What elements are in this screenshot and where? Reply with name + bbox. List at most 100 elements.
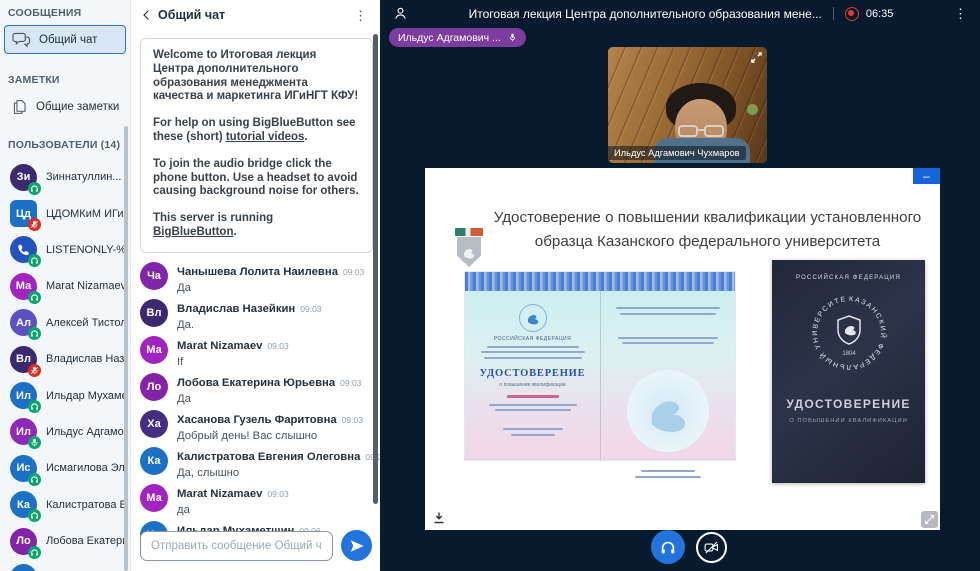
- messages-section-header: СООБЩЕНИЯ: [0, 0, 130, 25]
- user-initials: Ил: [16, 390, 31, 402]
- send-plane-icon: [349, 538, 365, 554]
- welcome-intro: Welcome to: [153, 49, 221, 61]
- user-avatar: Цд: [10, 200, 37, 227]
- message-author: Чанышева Лолита Наилевна: [177, 266, 338, 278]
- download-presentation-icon[interactable]: [432, 511, 446, 525]
- cert-subheading: о повышении квалификации: [465, 382, 600, 388]
- message-initials: Вл: [147, 307, 162, 319]
- resize-presentation-handle[interactable]: [921, 511, 938, 528]
- mic-muted-status-icon: [30, 366, 39, 375]
- send-message-button[interactable]: [341, 530, 372, 561]
- user-list-item[interactable]: Ло Лобова Ек: [0, 523, 130, 559]
- headphones-status-icon: [30, 329, 39, 338]
- user-list-item[interactable]: Цд ЦДОМКиМ И: [0, 195, 130, 231]
- options-menu-icon[interactable]: ⋮: [954, 7, 967, 20]
- chat-message: Ма Marat Nizamaev09:03 да: [140, 484, 366, 516]
- minimize-presentation-button[interactable]: –: [913, 168, 940, 184]
- expand-arrows-icon: [924, 514, 935, 525]
- meeting-topbar: Итоговая лекция Центра дополнительного о…: [380, 0, 980, 27]
- user-list-item[interactable]: Ка Калистрат: [0, 487, 130, 523]
- talking-indicator-pill[interactable]: Ильдус Адгамович ...: [389, 28, 526, 47]
- nav-sidebar: СООБЩЕНИЯ Общий чат ЗАМЕТКИ Общие заметк…: [0, 0, 131, 571]
- message-avatar: Ма: [140, 336, 168, 364]
- manage-users-icon[interactable]: [393, 6, 408, 21]
- user-status-badge: [28, 436, 41, 449]
- webcam-share-button[interactable]: [696, 532, 727, 563]
- audio-join-button[interactable]: [651, 530, 685, 564]
- fullscreen-icon[interactable]: [750, 51, 763, 64]
- message-author: Marat Nizamaev: [177, 488, 262, 500]
- user-list-item[interactable]: LISTENONLY-%D0%...: [0, 232, 130, 268]
- user-avatar: Вл: [10, 346, 37, 373]
- user-list-item[interactable]: Ис Исмагилов: [0, 450, 130, 486]
- user-list-item[interactable]: Ил Ильдус Ад: [0, 414, 130, 450]
- sidebar-item-label: Общие заметки: [36, 101, 119, 113]
- message-initials: Ка: [148, 455, 161, 467]
- chat-scrollbar[interactable]: [373, 34, 378, 504]
- chat-title: Общий чат: [158, 8, 344, 22]
- tutorial-videos-link[interactable]: tutorial videos: [226, 131, 305, 143]
- user-name: Лобова Екатерин...: [46, 535, 124, 547]
- message-time: 09:03: [340, 378, 361, 388]
- user-avatar: Ло: [10, 528, 37, 555]
- presentation-area: Итоговая лекция Центра дополнительного о…: [380, 0, 980, 571]
- message-avatar: Ча: [140, 262, 168, 290]
- cover-country-text: РОССИЙСКАЯ ФЕДЕРАЦИЯ: [772, 275, 925, 281]
- user-list-item[interactable]: Вл Владислав: [0, 341, 130, 377]
- message-initials: Ха: [147, 418, 160, 430]
- headphones-icon: [659, 538, 677, 556]
- user-list-item[interactable]: Ил Ильдар Му: [0, 377, 130, 413]
- message-author: Хасанова Гузель Фаритовна: [177, 414, 337, 426]
- user-list-item[interactable]: Зи Зиннатулл: [0, 159, 130, 195]
- message-initials: Ма: [146, 492, 161, 504]
- recording-indicator[interactable]: 06:35: [845, 7, 894, 21]
- message-author: Калистратова Евгения Олеговна: [177, 451, 360, 463]
- sidebar-item-label: Общий чат: [39, 34, 97, 46]
- headphones-status-icon: [30, 548, 39, 557]
- user-status-badge: [28, 254, 41, 267]
- message-initials: Ло: [147, 381, 161, 393]
- slide-title: Удостоверение о повышении квалификации у…: [483, 206, 932, 253]
- sidebar-item-public-chat[interactable]: Общий чат: [4, 25, 126, 54]
- kfu-cover-emblem: КАЗАНСКИЙ ФЕДЕРАЛЬНЫЙ УНИВЕРСИТЕТ • 1804: [807, 291, 891, 375]
- user-status-badge: [28, 546, 41, 559]
- user-name: Алексей Тистол: [46, 317, 124, 329]
- message-text: Добрый день! Вас слышно: [177, 430, 363, 442]
- users-scrollbar[interactable]: [124, 126, 128, 571]
- user-initials: Ил: [16, 426, 31, 438]
- users-list: Зи Зиннатулл: [0, 159, 130, 571]
- user-avatar: Ма: [10, 273, 37, 300]
- message-initials: Ча: [147, 270, 161, 282]
- user-name: LISTENONLY-%D0%...: [46, 244, 124, 256]
- message-time: 09:03: [300, 304, 321, 314]
- certificate-open-image: РОССИЙСКАЯ ФЕДЕРАЦИЯ УДОСТОВЕРЕНИЕ о пов…: [465, 272, 735, 460]
- user-list-item[interactable]: Ал Алексей Т: [0, 305, 130, 341]
- slide-canvas[interactable]: – Удостоверение о повышении квалификации…: [425, 168, 940, 530]
- user-initials: Ка: [17, 499, 30, 511]
- message-initials: Ма: [146, 344, 161, 356]
- user-name: Зиннатуллин...: [46, 171, 121, 183]
- message-author: Владислав Назейкин: [177, 303, 295, 315]
- welcome-audio-note: To join the audio bridge click the phone…: [153, 158, 360, 199]
- webcam-video[interactable]: Ильдус Адгамович Чухмаров: [608, 47, 767, 163]
- user-avatar: Ис: [10, 455, 37, 482]
- topbar-divider: [833, 7, 834, 20]
- message-time: 09:03: [342, 415, 363, 425]
- kfu-seal-icon: [525, 310, 541, 326]
- cert-serial-line: [507, 395, 559, 398]
- user-avatar: Ка: [10, 491, 37, 518]
- chat-message-input[interactable]: [140, 531, 333, 561]
- back-chevron-icon[interactable]: [142, 9, 150, 21]
- sidebar-item-shared-notes[interactable]: Общие заметки: [4, 92, 126, 121]
- message-text: Да: [177, 393, 361, 405]
- user-initials: Ал: [16, 317, 31, 329]
- user-list-item[interactable]: Ма Marat Niz: [0, 268, 130, 304]
- user-list-item[interactable]: Мо Мокшенино: [0, 559, 130, 571]
- headphones-status-icon: [30, 256, 39, 265]
- bigbluebutton-link[interactable]: BigBlueButton: [153, 226, 233, 238]
- chat-message: Ло Лобова Екатерина Юрьевна09:03 Да: [140, 373, 366, 405]
- headphones-status-icon: [30, 293, 39, 302]
- user-status-badge: [28, 400, 41, 413]
- chat-options-menu-icon[interactable]: ⋮: [352, 9, 369, 22]
- user-status-badge: [28, 291, 41, 304]
